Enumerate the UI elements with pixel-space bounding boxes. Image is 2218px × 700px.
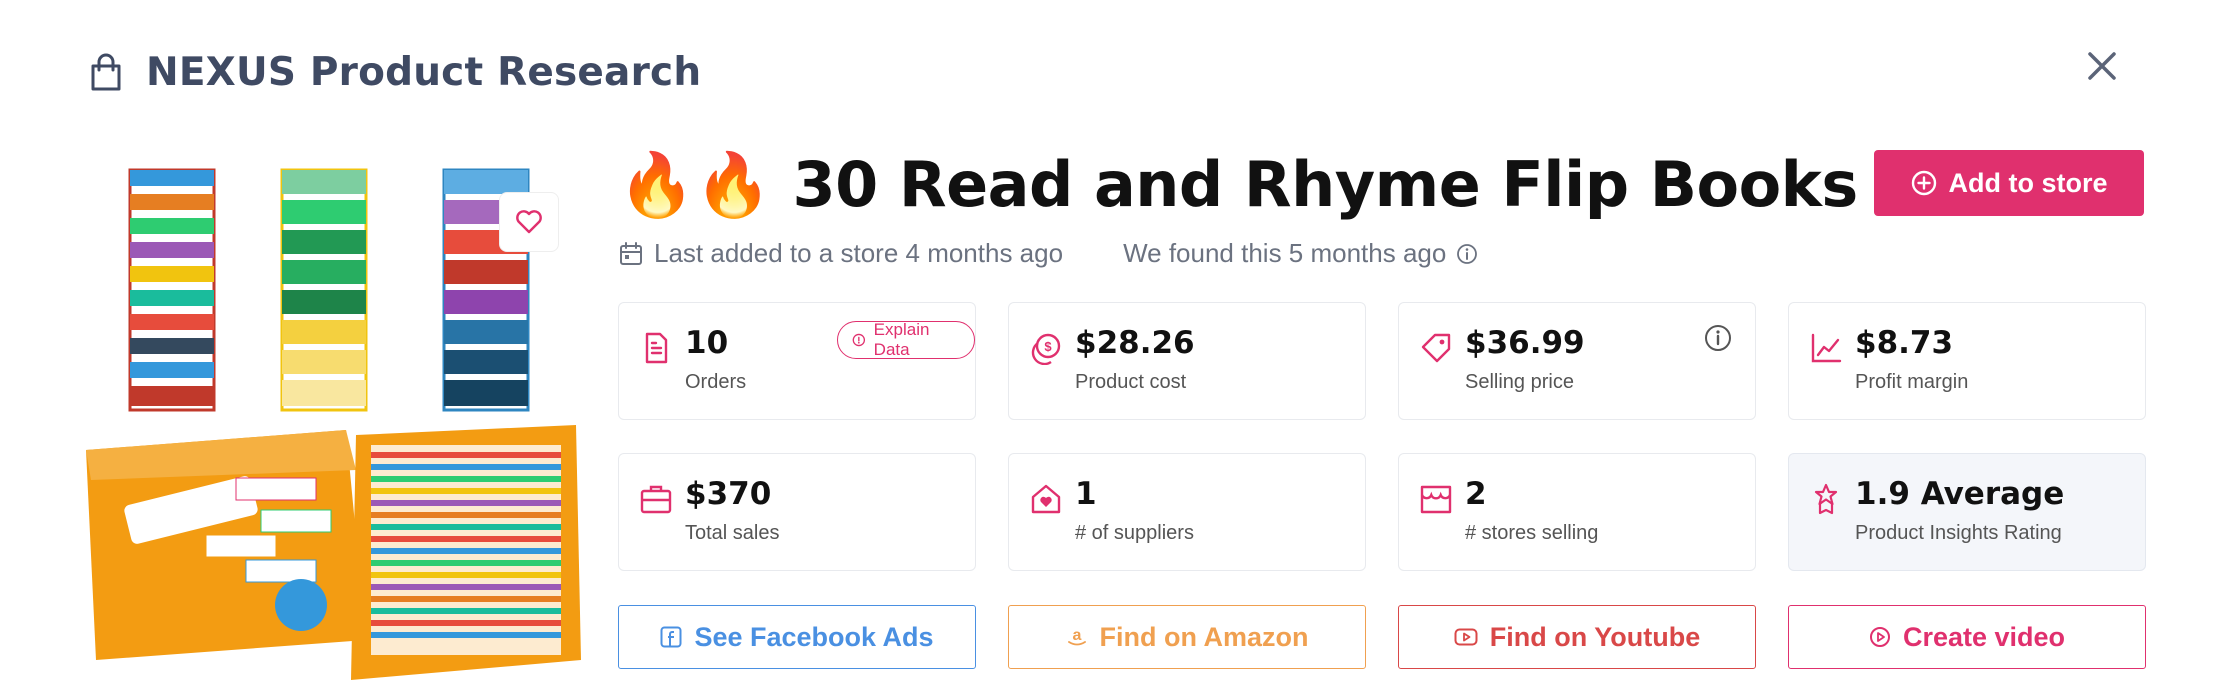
selling-price-label: Selling price — [1465, 371, 1574, 393]
info-icon[interactable] — [1703, 323, 1733, 353]
svg-text:$: $ — [1044, 339, 1052, 354]
insights-rating-card: 1.9 Average Product Insights Rating — [1788, 453, 2146, 571]
product-cost-label: Product cost — [1075, 371, 1187, 393]
find-on-amazon-label: Find on Amazon — [1099, 621, 1309, 652]
insights-rating-value: 1.9 Average — [1855, 476, 2065, 512]
find-on-youtube-label: Find on Youtube — [1489, 621, 1701, 652]
profit-margin-value: $8.73 — [1855, 325, 1954, 361]
document-icon — [645, 332, 668, 364]
profit-margin-label: Profit margin — [1855, 371, 1969, 393]
product-tray — [351, 425, 581, 680]
info-icon[interactable] — [1456, 243, 1478, 265]
youtube-icon — [1454, 628, 1478, 646]
insights-rating-label: Product Insights Rating — [1855, 522, 2062, 544]
modal-title: NEXUS Product Research — [146, 49, 702, 95]
selling-price-card: $36.99 Selling price — [1398, 302, 1756, 420]
suppliers-label: # of suppliers — [1075, 522, 1194, 544]
found-date-text: We found this 5 months ago — [1123, 238, 1447, 268]
stores-selling-card: 2 # stores selling — [1398, 453, 1756, 571]
add-to-store-button[interactable]: Add to store — [1874, 150, 2144, 216]
svg-text:a: a — [1072, 627, 1081, 644]
info-icon — [852, 333, 866, 347]
modal-header: NEXUS Product Research — [88, 42, 701, 102]
create-video-button[interactable]: Create video — [1788, 605, 2146, 669]
home-heart-icon — [1031, 484, 1061, 514]
find-on-amazon-button[interactable]: a Find on Amazon — [1008, 605, 1366, 669]
last-added-text: Last added to a store 4 months ago — [654, 238, 1064, 268]
product-box — [86, 430, 366, 660]
explain-data-label: Explain Data — [873, 320, 930, 359]
see-facebook-ads-button[interactable]: See Facebook Ads — [618, 605, 976, 669]
calendar-icon — [620, 241, 642, 265]
heart-icon — [516, 210, 542, 234]
product-cost-card: $ $28.26 Product cost — [1008, 302, 1366, 420]
coins-icon: $ — [1031, 333, 1061, 365]
product-cost-value: $28.26 — [1075, 325, 1195, 361]
selling-price-value: $36.99 — [1465, 325, 1585, 361]
play-circle-icon — [1869, 627, 1890, 647]
orders-value: 10 — [685, 325, 729, 361]
stores-selling-value: 2 — [1465, 476, 1487, 512]
profit-margin-card: $8.73 Profit margin — [1788, 302, 2146, 420]
total-sales-label: Total sales — [685, 522, 780, 544]
find-on-youtube-button[interactable]: Find on Youtube — [1398, 605, 1756, 669]
add-to-store-label: Add to store — [1948, 167, 2108, 198]
tag-icon — [1421, 333, 1451, 363]
product-meta: Last added to a store 4 months ago We fo… — [618, 238, 1478, 269]
briefcase-icon — [640, 485, 672, 514]
suppliers-value: 1 — [1075, 476, 1097, 512]
explain-data-button[interactable]: Explain Data — [837, 320, 975, 359]
award-icon — [1814, 483, 1838, 515]
create-video-label: Create video — [1902, 621, 2066, 652]
product-title: 🔥🔥 30 Read and Rhyme Flip Books — [618, 148, 1858, 221]
amazon-icon: a — [1067, 627, 1086, 646]
plus-circle-icon — [1911, 170, 1936, 196]
store-icon — [1420, 485, 1452, 514]
total-sales-value: $370 — [685, 476, 772, 512]
flip-book-strip — [128, 168, 216, 412]
total-sales-card: $370 Total sales — [618, 453, 976, 571]
suppliers-card: 1 # of suppliers — [1008, 453, 1366, 571]
orders-card: 10 Orders Explain Data — [618, 302, 976, 420]
flip-book-strip — [280, 168, 368, 412]
close-icon[interactable] — [2080, 44, 2124, 88]
stores-selling-label: # stores selling — [1465, 522, 1599, 544]
orders-label: Orders — [685, 371, 747, 393]
see-facebook-ads-label: See Facebook Ads — [694, 621, 934, 652]
facebook-icon — [660, 626, 682, 648]
line-chart-icon — [1811, 333, 1842, 363]
favorite-button[interactable] — [499, 192, 559, 252]
shopping-bag-icon — [91, 53, 121, 91]
